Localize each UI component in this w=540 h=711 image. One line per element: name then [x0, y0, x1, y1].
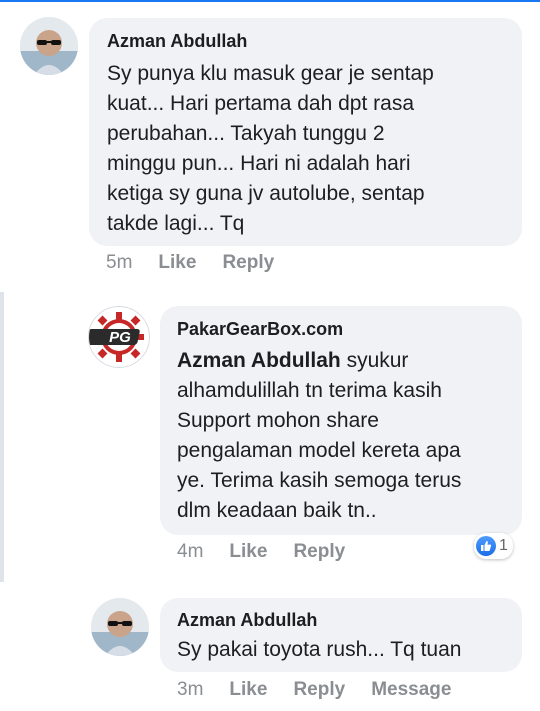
top-accent-line: [0, 0, 540, 2]
gear-logo-icon: PG: [89, 308, 148, 366]
person-avatar-icon: [91, 598, 149, 656]
comment-bubble: Azman Abdullah Sy punya klu masuk gear j…: [89, 18, 522, 246]
comment-line: ketiga sy guna jv autolube, sentap: [107, 182, 425, 205]
thumbs-up-icon: [476, 536, 496, 556]
comment-text: Sy punya klu masuk gear je sentap kuat..…: [107, 59, 506, 239]
comment-actions: 3m Like Reply Message: [177, 679, 477, 701]
reaction-summary[interactable]: 1: [474, 533, 513, 559]
message-button[interactable]: Message: [371, 679, 451, 701]
comment-line: Azman Abdullah syukur: [177, 346, 508, 376]
reply-button[interactable]: Reply: [222, 252, 274, 274]
comment-line: takde lagi... Tq: [107, 212, 245, 235]
like-button[interactable]: Like: [229, 679, 267, 701]
comment-author[interactable]: Azman Abdullah: [107, 30, 506, 52]
comment-line: perubahan... Takyah tunggu 2: [107, 122, 385, 145]
comment-timestamp[interactable]: 5m: [106, 252, 132, 274]
comment-line: alhamdulillah tn terima kasih: [177, 379, 442, 402]
comment-author[interactable]: PakarGearBox.com: [177, 318, 508, 340]
comment-line: Sy punya klu masuk gear je sentap: [107, 62, 434, 85]
like-button[interactable]: Like: [158, 252, 196, 274]
avatar[interactable]: [91, 598, 149, 656]
comment-timestamp[interactable]: 3m: [177, 679, 203, 701]
reply-button[interactable]: Reply: [293, 679, 345, 701]
logo-text: PG: [109, 329, 131, 346]
comment-line: kuat... Hari pertama dah dpt rasa: [107, 92, 414, 115]
comment-actions: 5m Like Reply: [106, 252, 300, 274]
avatar[interactable]: [20, 17, 78, 75]
reply-bubble: Azman Abdullah Sy pakai toyota rush... T…: [160, 598, 522, 672]
reply-button[interactable]: Reply: [293, 541, 345, 563]
person-avatar-icon: [20, 17, 78, 75]
comment-actions: 4m Like Reply: [177, 541, 371, 563]
comment-text: Azman Abdullah syukur alhamdulillah tn t…: [177, 346, 508, 526]
comment-line-rest: syukur: [340, 349, 409, 372]
comment-line: ye. Terima kasih semoga terus: [177, 469, 462, 492]
comment-author[interactable]: Azman Abdullah: [177, 609, 508, 631]
reply-bubble: PakarGearBox.com Azman Abdullah syukur a…: [160, 306, 522, 535]
comment-line: Support mohon share: [177, 409, 379, 432]
page-avatar[interactable]: PG: [88, 306, 150, 368]
comment-line: pengalaman model kereta apa: [177, 439, 461, 462]
comment-line: Sy pakai toyota rush... Tq tuan: [177, 638, 462, 661]
reaction-count: 1: [499, 537, 508, 554]
like-button[interactable]: Like: [229, 541, 267, 563]
comment-line: dlm keadaan baik tn..: [177, 499, 377, 522]
mention-link[interactable]: Azman Abdullah: [177, 349, 341, 372]
comment-line: minggu pun... Hari ni adalah hari: [107, 152, 411, 175]
comment-timestamp[interactable]: 4m: [177, 541, 203, 563]
reply-thread-line: [0, 292, 4, 582]
comment-text: Sy pakai toyota rush... Tq tuan: [177, 635, 508, 665]
